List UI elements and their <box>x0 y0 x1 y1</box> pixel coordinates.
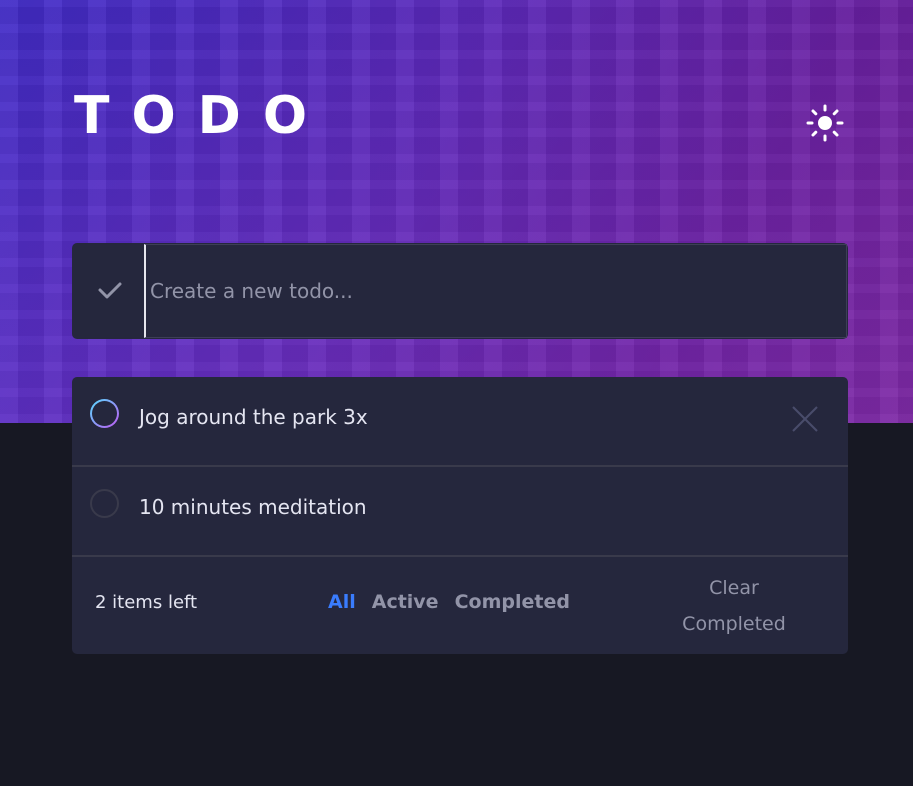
todo-footer: 2 items left All Active Completed Clear … <box>72 557 848 654</box>
todo-text: 10 minutes meditation <box>139 495 367 519</box>
todo-text: Jog around the park 3x <box>139 405 368 429</box>
todo-checkbox[interactable] <box>90 489 119 518</box>
todo-checkbox[interactable] <box>90 399 119 428</box>
new-todo-input[interactable] <box>144 244 847 338</box>
todo-item: Jog around the park 3x <box>72 377 848 467</box>
close-icon <box>792 406 818 432</box>
delete-todo-button[interactable] <box>790 404 820 434</box>
items-left-count: 2 items left <box>95 592 198 613</box>
check-icon <box>98 282 122 299</box>
sun-icon <box>806 104 844 142</box>
submit-todo-button[interactable] <box>96 276 124 304</box>
app-title: TODO <box>74 86 330 146</box>
filter-active[interactable]: Active <box>372 589 439 615</box>
filter-completed[interactable]: Completed <box>455 589 570 615</box>
filter-group: All Active Completed <box>328 589 570 615</box>
clear-completed-label-line1: Clear <box>709 577 759 599</box>
header-background <box>0 0 913 423</box>
filter-all[interactable]: All <box>328 589 356 615</box>
theme-toggle-button[interactable] <box>805 103 845 143</box>
clear-completed-label-line2: Completed <box>682 613 786 635</box>
clear-completed-button[interactable]: Clear Completed <box>668 570 800 642</box>
todo-list: Jog around the park 3x 10 minutes medita… <box>72 377 848 654</box>
todo-item: 10 minutes meditation <box>72 467 848 557</box>
